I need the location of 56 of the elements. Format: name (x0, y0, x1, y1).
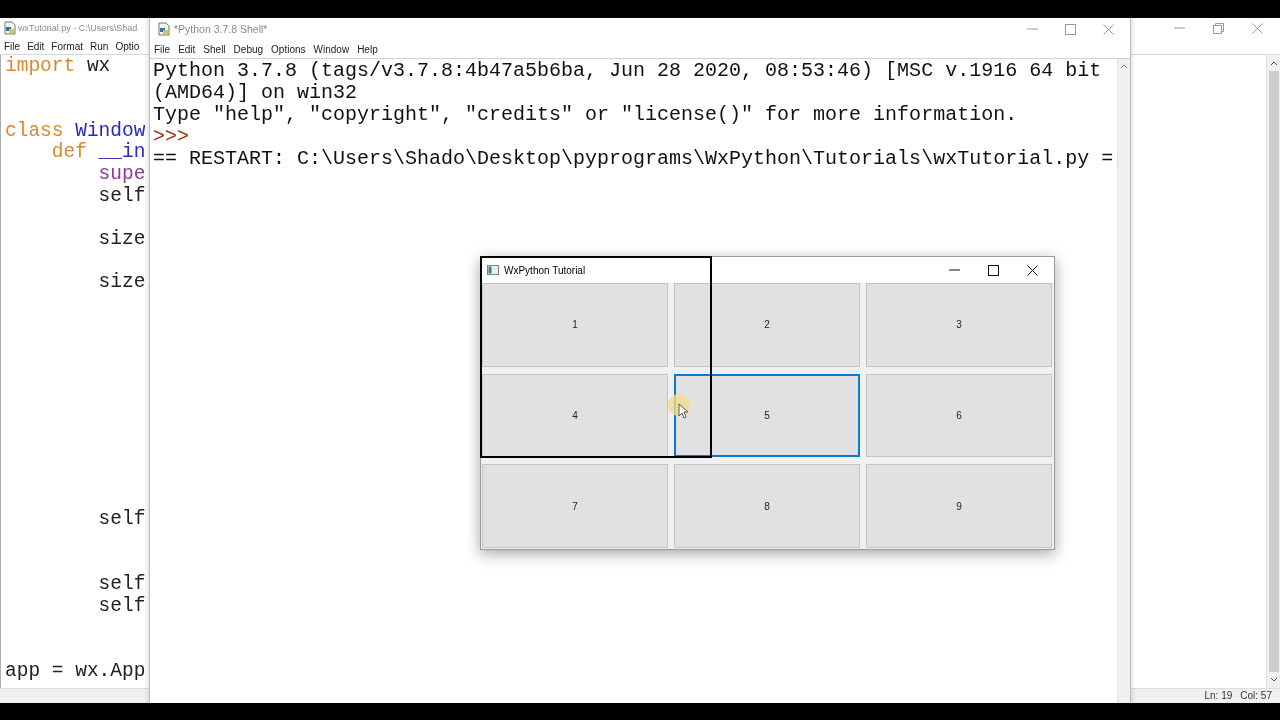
status-text: Ln: 19 (1204, 690, 1233, 702)
menu-item[interactable]: Options (271, 43, 306, 55)
grid-button[interactable]: 1 (482, 283, 668, 367)
shell-line: == RESTART: C:\Users\Shado\Desktop\pyprograms\WxPython\Tutorials\wxTutorial.py = (153, 148, 1114, 170)
status-text: Col: 57 (1240, 690, 1272, 702)
menu-item[interactable]: Help (357, 43, 378, 55)
grid-button[interactable]: 6 (866, 373, 1052, 458)
scrollbar[interactable] (1117, 59, 1130, 703)
grid-button[interactable]: 9 (866, 464, 1052, 548)
menu-item[interactable]: Edit (178, 43, 196, 55)
scrollbar[interactable] (1266, 55, 1280, 688)
code-line: size (97, 271, 146, 294)
python-file-icon (157, 22, 171, 36)
menu-item[interactable]: Debug (233, 43, 264, 55)
code-line: size (97, 228, 146, 251)
grid-button[interactable]: 2 (674, 283, 860, 367)
scroll-thumb[interactable] (1268, 71, 1279, 672)
menu-item[interactable]: Edit (27, 40, 45, 52)
window-title: *Python 3.7.8 Shell* (174, 23, 268, 35)
close-icon[interactable] (1027, 264, 1038, 276)
grid-button[interactable]: 4 (482, 373, 668, 458)
grid-button[interactable]: 3 (866, 283, 1052, 367)
menu-item[interactable]: Run (90, 40, 109, 52)
grid-button[interactable]: 5 (674, 373, 860, 458)
code-line: self (97, 595, 146, 618)
app-icon (487, 265, 499, 275)
code-line: app = wx.App (5, 660, 146, 683)
window-title: WxPython Tutorial (504, 264, 586, 276)
scroll-down-icon[interactable] (1269, 676, 1278, 684)
cursor-icon (667, 393, 693, 419)
restore-icon[interactable] (1213, 22, 1224, 34)
code-line: def __in (50, 142, 146, 164)
menu-item[interactable]: Shell (203, 43, 226, 55)
grid-button[interactable]: 7 (482, 464, 668, 548)
shell-line: Python 3.7.8 (tags/v3.7.8:4b47a5b6ba, Jun 28 2020, 08:53:46) [MSC v.1916 64 bit (153, 60, 1102, 82)
scroll-up-icon[interactable] (1269, 59, 1278, 67)
code-line: import wx (5, 56, 111, 78)
menu-item[interactable]: Window (313, 43, 350, 55)
menu-item[interactable]: File (154, 43, 171, 55)
menu-item[interactable]: File (4, 40, 21, 52)
shell-line: (AMD64)] on win32 (153, 82, 358, 104)
code-line: self (97, 185, 146, 208)
window-title: wxTutorial.py - C:\Users\Shad (18, 23, 138, 33)
scroll-up-icon[interactable] (1120, 62, 1128, 70)
shell-prompt: >>> (153, 126, 189, 148)
code-line: self (97, 509, 146, 532)
code-line: class Window (5, 120, 146, 142)
menu-item[interactable]: Optio (115, 40, 140, 52)
shell-line: Type "help", "copyright", "credits" or "license()" for more information. (153, 104, 1018, 126)
python-file-icon (3, 21, 17, 35)
code-line: self (97, 574, 146, 596)
code-line: supe (97, 163, 146, 186)
menu-item[interactable]: Format (51, 40, 84, 52)
grid-button[interactable]: 8 (674, 464, 860, 548)
maximize-icon[interactable] (988, 264, 999, 276)
minimize-icon[interactable] (1026, 28, 1038, 30)
